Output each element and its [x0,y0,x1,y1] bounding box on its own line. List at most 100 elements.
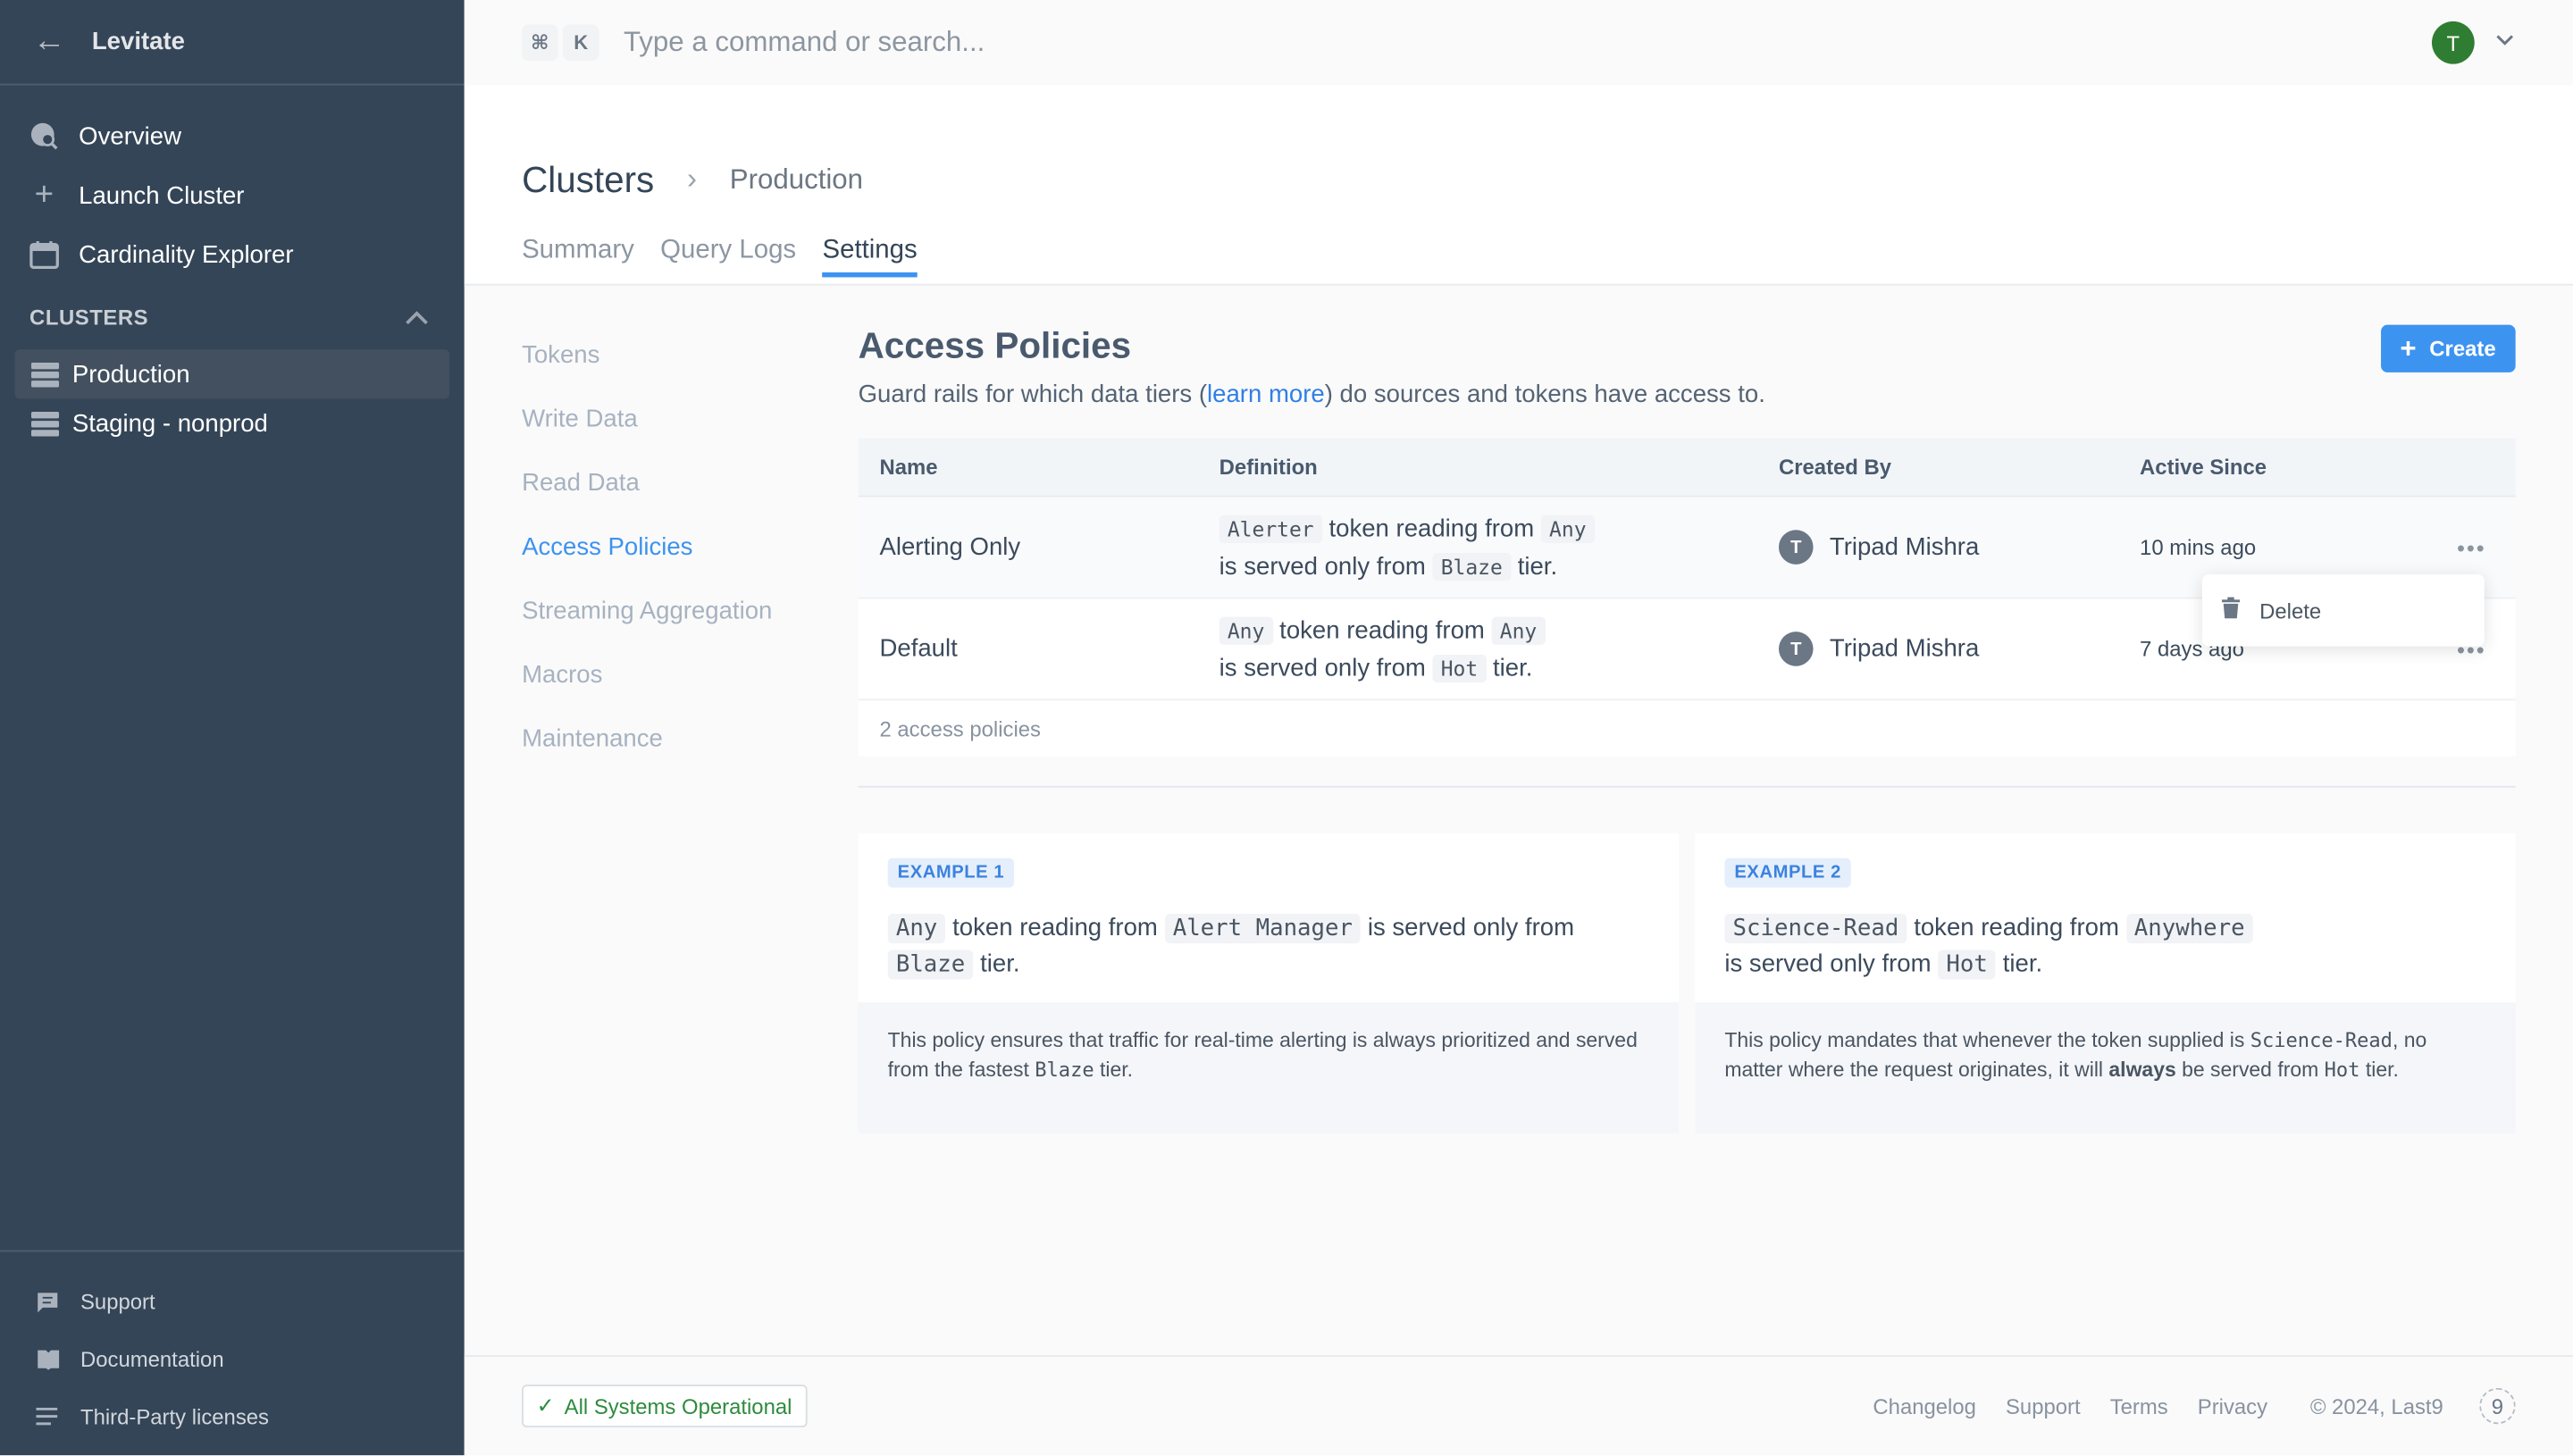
creator-name: Tripad Mishra [1829,634,1980,664]
subnav-read-data[interactable]: Read Data [522,469,859,533]
user-avatar[interactable]: T [2431,21,2475,64]
footer-link-label: Support [80,1289,155,1315]
note-code: Hot [2324,1058,2360,1082]
note-text: This policy mandates that whenever the t… [1724,1028,2250,1052]
create-label: Create [2429,336,2496,362]
example-card: EXAMPLE 2 Science-Read token reading fro… [1695,833,2516,1134]
subnav-write-data[interactable]: Write Data [522,406,859,470]
plus-icon: + [34,176,54,213]
source-code: Any [1491,615,1546,644]
page-header: Clusters › Production Summary Query Logs… [464,85,2573,286]
chevron-down-icon[interactable] [2496,28,2514,51]
more-options-icon[interactable]: ••• [2457,534,2486,560]
privacy-link[interactable]: Privacy [2198,1393,2267,1418]
terms-link[interactable]: Terms [2110,1393,2168,1418]
example-badge: EXAMPLE 2 [1724,858,1851,888]
sidebar-support-link[interactable]: Support [0,1273,465,1330]
def-text: tier. [1517,552,1558,581]
table-header: Name Definition Created By Active Since [858,438,2516,498]
col-definition: Definition [1219,454,1318,480]
sidebar-cluster-staging[interactable]: Staging - nonprod [15,398,450,448]
command-search-input[interactable] [623,26,1773,60]
def-text: token reading from [1914,914,2119,942]
def-text: tier. [1493,653,1533,682]
tab-bar: Summary Query Logs Settings [522,236,2516,278]
plus-icon: + [2400,331,2417,364]
sidebar-item-overview[interactable]: Overview [0,106,465,165]
copyright: © 2024, Last9 [2309,1393,2443,1418]
example-definition: Science-Read token reading from Anywhere… [1724,910,2485,983]
breadcrumb-clusters[interactable]: Clusters [522,158,654,201]
system-status-badge[interactable]: ✓ All Systems Operational [522,1385,807,1427]
policies-table: Name Definition Created By Active Since … [858,438,2516,757]
table-row[interactable]: Alerting Only Alerter token reading from… [858,497,2516,647]
creator-avatar: T [1778,632,1814,666]
create-button[interactable]: + Create [2380,324,2516,372]
sidebar-documentation-link[interactable]: Documentation [0,1331,465,1388]
chevron-up-icon[interactable] [406,305,429,330]
token-code: Science-Read [1724,914,1907,944]
examples: EXAMPLE 1 Any token reading from Alert M… [858,833,2516,1134]
col-name: Name [879,454,938,480]
sidebar-cluster-production[interactable]: Production [14,349,450,399]
status-text: All Systems Operational [564,1393,792,1418]
token-code: Any [887,914,946,944]
trash-icon [2221,597,2241,623]
app-title: Levitate [91,28,186,56]
cmd-key-hint: ⌘ [522,24,558,61]
def-text: is served only from [1219,653,1426,682]
subnav-streaming-aggregation[interactable]: Streaming Aggregation [522,598,859,662]
sidebar-licenses-link[interactable]: Third-Party licenses [0,1388,465,1445]
clusters-section-header[interactable]: CLUSTERS [0,284,465,349]
delete-menu-item[interactable]: Delete [2259,598,2321,623]
back-arrow-icon[interactable]: ← [33,23,92,61]
main-area: ⌘ K T Clusters › Production Summary Quer… [464,0,2573,1456]
tier-code: Blaze [887,950,974,980]
subnav-tokens[interactable]: Tokens [522,341,859,406]
example-definition: Any token reading from Alert Manager is … [887,910,1649,983]
changelog-link[interactable]: Changelog [1873,1393,1976,1418]
creator-name: Tripad Mishra [1829,532,1980,562]
support-link[interactable]: Support [2006,1393,2081,1418]
sidebar-item-label: Cardinality Explorer [79,240,294,269]
desc-text: Guard rails for which data tiers ( [858,381,1208,409]
token-code: Alerter [1219,514,1322,543]
footer-link-label: Third-Party licenses [80,1404,269,1429]
breadcrumb: Clusters › Production [522,86,2516,213]
tab-summary[interactable]: Summary [522,236,634,277]
policy-name: Alerting Only [879,532,1021,562]
note-text: tier. [2359,1058,2399,1082]
breadcrumb-current: Production [729,163,864,195]
sidebar-item-launch-cluster[interactable]: + Launch Cluster [0,166,465,225]
access-policies-panel: Access Policies Guard rails for which da… [858,286,2516,1134]
calendar-icon [29,239,79,270]
learn-more-link[interactable]: learn more [1207,381,1325,408]
def-text: is served only from [1724,950,1932,978]
sidebar-footer: Support Documentation Third-Party licens… [0,1250,465,1456]
table-footer-count: 2 access policies [858,700,2516,757]
server-stack-icon [30,361,72,387]
subnav-macros[interactable]: Macros [522,661,859,725]
row-context-menu: Delete [2201,573,2485,647]
chat-icon [36,1291,80,1314]
globe-search-icon [29,121,79,151]
server-stack-icon [30,411,72,436]
example-note: This policy mandates that whenever the t… [1695,1002,2516,1134]
page-footer: ✓ All Systems Operational Changelog Suppo… [464,1355,2573,1456]
subnav-access-policies[interactable]: Access Policies [522,533,859,598]
source-code: Alert Manager [1164,914,1362,944]
subnav-maintenance[interactable]: Maintenance [522,725,859,790]
note-text: be served from [2175,1058,2325,1082]
sidebar-item-cardinality-explorer[interactable]: Cardinality Explorer [0,225,465,284]
tab-query-logs[interactable]: Query Logs [660,236,796,277]
note-text: This policy ensures that traffic for rea… [887,1028,1638,1082]
example-badge: EXAMPLE 1 [887,858,1015,888]
tier-code: Blaze [1432,552,1512,581]
creator-avatar: T [1778,530,1814,565]
list-icon [36,1407,80,1426]
settings-subnav: Tokens Write Data Read Data Access Polic… [522,286,859,1134]
note-text: tier. [1094,1058,1134,1082]
cluster-label: Staging - nonprod [71,409,268,438]
tab-settings[interactable]: Settings [822,236,918,278]
desc-text: ) do sources and tokens have access to. [1324,381,1765,409]
